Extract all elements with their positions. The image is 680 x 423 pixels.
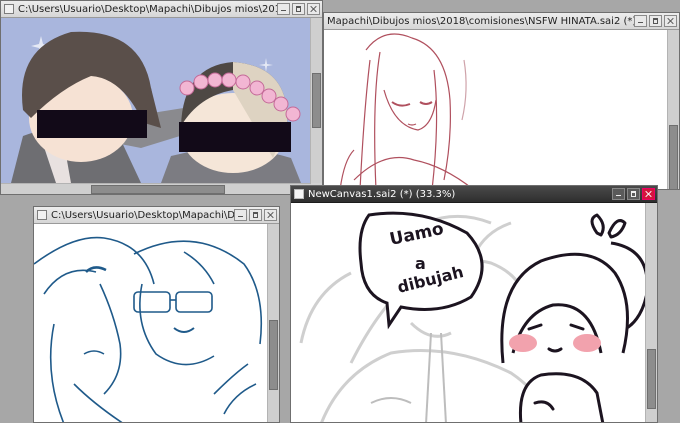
window-title: Mapachi\Dibujos mios\2018\comisiones\NSF… bbox=[327, 15, 634, 27]
close-button[interactable] bbox=[642, 188, 655, 200]
vertical-scrollbar[interactable] bbox=[267, 224, 279, 422]
horizontal-scrollbar[interactable] bbox=[1, 183, 311, 194]
title-bar[interactable]: C:\Users\Usuario\Desktop\Mapachi\Di... bbox=[34, 207, 279, 224]
window-title: C:\Users\Usuario\Desktop\Mapachi\Di... bbox=[51, 209, 234, 221]
scroll-thumb[interactable] bbox=[91, 185, 225, 194]
close-button[interactable] bbox=[307, 3, 320, 15]
minimize-button[interactable] bbox=[234, 209, 247, 221]
window-title: C:\Users\Usuario\Desktop\Mapachi\Dibujos… bbox=[18, 3, 277, 15]
drawing-canvas[interactable]: Uamo a dibujah bbox=[291, 203, 645, 422]
title-bar[interactable]: C:\Users\Usuario\Desktop\Mapachi\Dibujos… bbox=[1, 1, 322, 18]
vertical-scrollbar[interactable] bbox=[667, 30, 679, 189]
canvas-window-1[interactable]: C:\Users\Usuario\Desktop\Mapachi\Dibujos… bbox=[0, 0, 323, 195]
scroll-thumb[interactable] bbox=[669, 125, 678, 189]
speech-line-2: a bbox=[415, 254, 426, 273]
minimize-button[interactable] bbox=[634, 15, 647, 27]
doodle-artwork: Uamo a dibujah bbox=[299, 211, 645, 422]
vertical-scrollbar[interactable] bbox=[645, 203, 657, 422]
chibi-artwork bbox=[11, 31, 301, 183]
drawing-canvas[interactable] bbox=[34, 224, 267, 422]
minimize-button[interactable] bbox=[612, 188, 625, 200]
title-bar[interactable]: NewCanvas1.sai2 (*) (33.3%) bbox=[291, 186, 657, 203]
drawing-canvas[interactable] bbox=[1, 18, 311, 183]
window-title: NewCanvas1.sai2 (*) (33.3%) bbox=[308, 188, 456, 200]
maximize-button[interactable] bbox=[649, 15, 662, 27]
sketch-artwork bbox=[339, 33, 474, 189]
scroll-thumb[interactable] bbox=[269, 320, 278, 390]
close-button[interactable] bbox=[664, 15, 677, 27]
canvas-window-3[interactable]: C:\Users\Usuario\Desktop\Mapachi\Di... bbox=[33, 206, 280, 423]
scroll-thumb[interactable] bbox=[647, 349, 656, 409]
close-button[interactable] bbox=[264, 209, 277, 221]
vertical-scrollbar[interactable] bbox=[310, 18, 322, 183]
canvas-window-active[interactable]: NewCanvas1.sai2 (*) (33.3%) Uamo a dibuj… bbox=[290, 185, 658, 423]
window-icon bbox=[4, 4, 14, 14]
window-icon bbox=[37, 210, 47, 220]
window-icon bbox=[294, 189, 304, 199]
maximize-button[interactable] bbox=[292, 3, 305, 15]
minimize-button[interactable] bbox=[277, 3, 290, 15]
scroll-thumb[interactable] bbox=[312, 73, 321, 128]
lineart-artwork bbox=[34, 236, 263, 422]
title-bar[interactable]: Mapachi\Dibujos mios\2018\comisiones\NSF… bbox=[324, 13, 679, 30]
canvas-window-2[interactable]: Mapachi\Dibujos mios\2018\comisiones\NSF… bbox=[323, 12, 680, 190]
drawing-canvas[interactable] bbox=[324, 30, 668, 189]
maximize-button[interactable] bbox=[249, 209, 262, 221]
maximize-button[interactable] bbox=[627, 188, 640, 200]
